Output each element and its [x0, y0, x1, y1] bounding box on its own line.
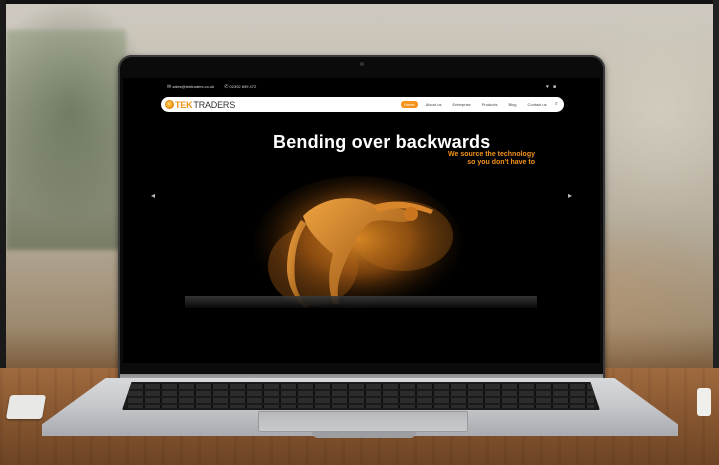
mail-icon: ✉ — [167, 84, 172, 90]
logo-mark-icon — [165, 100, 174, 109]
site-logo[interactable]: TEK TRADERS — [165, 100, 235, 110]
main-navbar: TEK TRADERS Home About us Enterprise Prod… — [161, 97, 564, 112]
phone-text: 02392 699 472 — [229, 84, 257, 89]
cup-edge — [697, 388, 711, 416]
nav-item-products[interactable]: Products — [479, 101, 501, 108]
nav-menu: Home About us Enterprise Products Blog C… — [400, 101, 558, 108]
linkedin-icon[interactable]: ■ — [553, 84, 556, 90]
nav-item-contact-us[interactable]: Contact us — [525, 101, 550, 108]
blurred-window — [6, 30, 126, 250]
search-icon[interactable]: ⌕ — [555, 101, 558, 108]
laptop-screen: ✉ sales@tektraders.co.uk ✆ 02392 699 472… — [123, 78, 600, 363]
nav-item-about-us[interactable]: About us — [423, 101, 445, 108]
hero-dancer-image — [253, 176, 463, 316]
hero-headline: Bending over backwards — [273, 132, 491, 152]
camera-icon — [360, 62, 364, 66]
logo-text-traders: TRADERS — [193, 99, 236, 110]
phone-on-table — [5, 395, 47, 419]
laptop-keyboard — [122, 382, 600, 410]
contact-bar: ✉ sales@tektraders.co.uk ✆ 02392 699 472… — [123, 78, 600, 96]
keyboard-keys — [128, 384, 594, 408]
nav-item-home[interactable]: Home — [400, 101, 418, 108]
phone-icon: ✆ — [224, 84, 229, 90]
slider-next-icon[interactable]: ▸ — [568, 191, 572, 200]
tagline-line-1: We source the technology — [448, 151, 535, 158]
nav-item-enterprise[interactable]: Enterprise — [449, 101, 473, 108]
twitter-icon[interactable]: ♥ — [546, 84, 549, 90]
laptop-trackpad — [258, 411, 468, 432]
nav-item-blog[interactable]: Blog — [505, 101, 519, 108]
logo-text-tek: TEK — [175, 99, 193, 110]
tagline-line-2: so you don't have to — [467, 159, 535, 166]
laptop-lid: ✉ sales@tektraders.co.uk ✆ 02392 699 472… — [118, 55, 605, 381]
phone-contact[interactable]: ✆ 02392 699 472 — [224, 84, 256, 90]
laptop-front-notch — [312, 432, 416, 438]
stage-floor — [185, 296, 537, 308]
hero-tagline: We source the technology so you don't ha… — [385, 151, 535, 167]
photo-border-top — [0, 0, 719, 4]
email-text: sales@tektraders.co.uk — [172, 84, 215, 89]
slider-prev-icon[interactable]: ◂ — [151, 191, 155, 200]
email-contact[interactable]: ✉ sales@tektraders.co.uk — [167, 84, 214, 90]
